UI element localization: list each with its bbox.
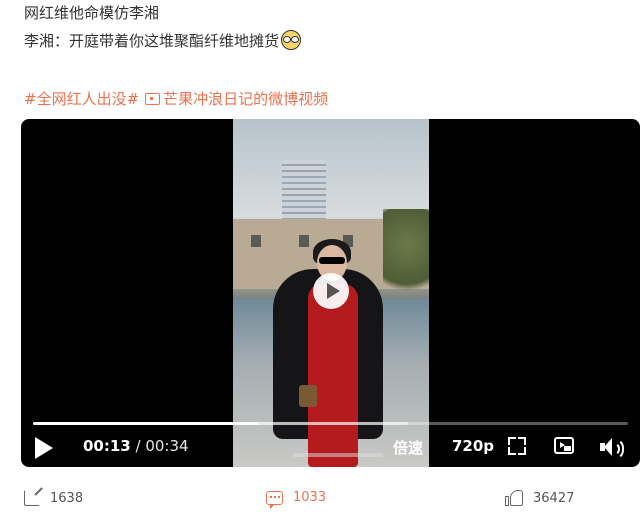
picture-in-picture-icon[interactable] [554, 437, 574, 454]
comment-count: 1033 [293, 490, 327, 505]
frame-trees [383, 209, 429, 299]
frame-person-bag [299, 385, 317, 407]
frame-sky [233, 119, 429, 217]
speed-button[interactable]: 倍速 [393, 437, 423, 458]
frame-tower [282, 160, 326, 220]
current-time: 00:13 [83, 437, 131, 455]
progress-played [33, 422, 260, 425]
comment-icon [266, 490, 283, 509]
volume-icon[interactable] [600, 437, 624, 460]
total-time: 00:34 [145, 437, 189, 455]
post-quote: 李湘：开庭带着你这堆聚酯纤维地摊货 [24, 32, 280, 50]
share-count: 1638 [50, 490, 84, 506]
play-icon[interactable] [33, 437, 53, 459]
video-source-link[interactable]: 芒果冲浪日记的微博视频 [163, 90, 328, 108]
frame-person-outfit [308, 284, 358, 467]
share-button[interactable]: 1638 [24, 490, 83, 506]
glasses-face-icon [281, 30, 302, 50]
fullscreen-icon[interactable] [508, 437, 526, 455]
video-player[interactable]: 00:13 / 00:34 倍速 720p [21, 119, 640, 467]
frame-person-sunglasses [319, 257, 345, 264]
like-count: 36427 [533, 490, 575, 506]
comment-button[interactable]: 1033 [266, 490, 327, 509]
video-link-icon [145, 93, 161, 105]
quality-button[interactable]: 720p [452, 437, 494, 455]
share-icon [24, 490, 40, 506]
like-icon [505, 490, 523, 506]
time-display: 00:13 / 00:34 [83, 437, 189, 455]
post-topics: #全网红人出没# 芒果冲浪日记的微博视频 [24, 88, 328, 109]
center-play-icon[interactable] [313, 273, 349, 309]
progress-bar[interactable] [33, 422, 628, 425]
time-separator: / [130, 437, 146, 455]
frame-subtitle [293, 453, 383, 457]
post-text-line-2: 李湘：开庭带着你这堆聚酯纤维地摊货 [24, 30, 302, 51]
topic-hashtag[interactable]: #全网红人出没# [24, 90, 139, 108]
post-text-line-1: 网红维他命模仿李湘 [24, 4, 160, 22]
like-button[interactable]: 36427 [505, 490, 574, 506]
